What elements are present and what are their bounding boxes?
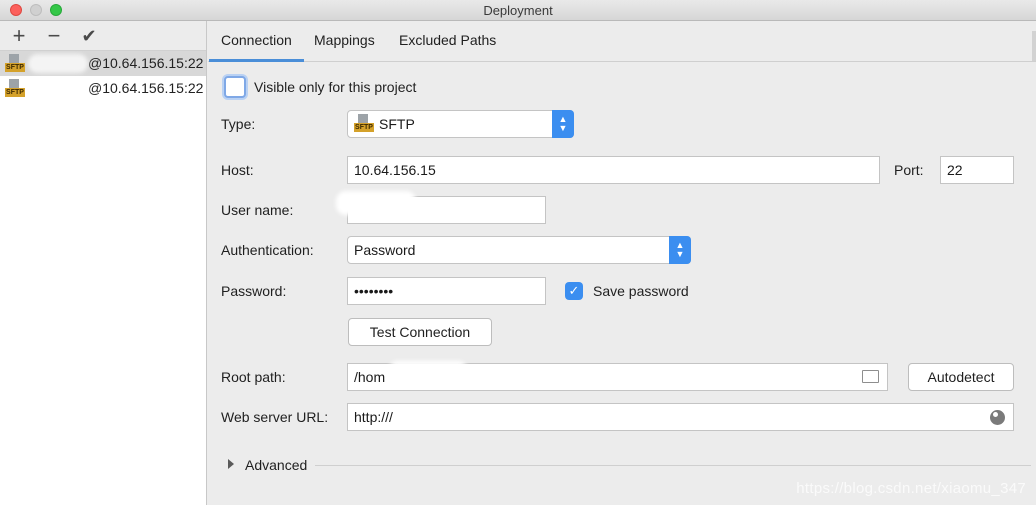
redaction-blur <box>28 54 88 73</box>
chevron-updown-icon: ▲ ▼ <box>669 236 691 264</box>
server-list-item[interactable]: SFTP @10.64.156.15:22 <box>0 76 206 101</box>
web-server-url-input[interactable]: http:/// <box>347 403 1014 431</box>
web-server-url-value: http:/// <box>354 409 393 425</box>
type-select[interactable]: SFTP SFTP ▲ ▼ <box>347 110 574 138</box>
web-server-url-label: Web server URL: <box>221 409 329 425</box>
tab-bar: Connection Mappings Excluded Paths <box>208 21 1036 62</box>
tab-bar-edge <box>1032 31 1036 61</box>
server-label: @10.64.156.15:22 <box>88 80 204 96</box>
add-icon[interactable]: + <box>6 23 32 49</box>
root-path-value: /hom <box>354 369 386 385</box>
port-input[interactable]: 22 <box>940 156 1014 184</box>
autodetect-button[interactable]: Autodetect <box>908 363 1014 391</box>
chevron-updown-icon: ▲ ▼ <box>552 110 574 138</box>
host-input[interactable]: 10.64.156.15 <box>347 156 880 184</box>
authentication-select[interactable]: Password ▲ ▼ <box>347 236 691 264</box>
type-value: SFTP <box>379 116 415 132</box>
root-path-label: Root path: <box>221 369 286 385</box>
type-label: Type: <box>221 116 256 132</box>
visible-only-checkbox[interactable] <box>224 76 246 98</box>
redaction-blur <box>336 191 416 215</box>
sftp-icon: SFTP <box>5 54 25 73</box>
visible-only-label: Visible only for this project <box>254 79 417 95</box>
connection-panel: Connection Mappings Excluded Paths Visib… <box>208 21 1036 505</box>
tab-mappings[interactable]: Mappings <box>314 32 375 48</box>
authentication-label: Authentication: <box>221 242 314 258</box>
triangle-right-icon[interactable] <box>228 459 234 469</box>
server-list-item[interactable]: SFTP @10.64.156.15:22 <box>0 51 206 76</box>
tab-excluded-paths[interactable]: Excluded Paths <box>399 32 496 48</box>
save-password-checkbox[interactable]: ✓ <box>565 282 583 300</box>
username-label: User name: <box>221 202 294 218</box>
sftp-icon: SFTP <box>354 114 374 133</box>
sftp-icon: SFTP <box>5 79 25 98</box>
redaction-blur <box>28 79 88 98</box>
remove-icon[interactable]: − <box>41 23 67 49</box>
port-label: Port: <box>894 162 924 178</box>
test-connection-button[interactable]: Test Connection <box>348 318 492 346</box>
folder-icon[interactable] <box>862 370 879 383</box>
redaction-blur <box>388 361 468 385</box>
window-titlebar: Deployment <box>0 0 1036 21</box>
authentication-value: Password <box>354 242 416 258</box>
server-list-panel: + − ✔ SFTP @10.64.156.15:22 SFTP @10.64.… <box>0 21 207 505</box>
server-list-toolbar: + − ✔ <box>0 21 206 51</box>
check-icon[interactable]: ✔ <box>76 23 102 49</box>
host-label: Host: <box>221 162 254 178</box>
window-title: Deployment <box>483 3 553 18</box>
watermark: https://blog.csdn.net/xiaomu_347 <box>796 480 1026 497</box>
advanced-toggle[interactable]: Advanced <box>245 457 307 473</box>
tab-connection[interactable]: Connection <box>209 32 304 62</box>
advanced-divider <box>315 465 1031 466</box>
globe-icon[interactable] <box>990 410 1005 425</box>
save-password-label: Save password <box>593 283 689 299</box>
server-label: @10.64.156.15:22 <box>88 55 204 71</box>
password-label: Password: <box>221 283 287 299</box>
password-input[interactable]: •••••••• <box>347 277 546 305</box>
